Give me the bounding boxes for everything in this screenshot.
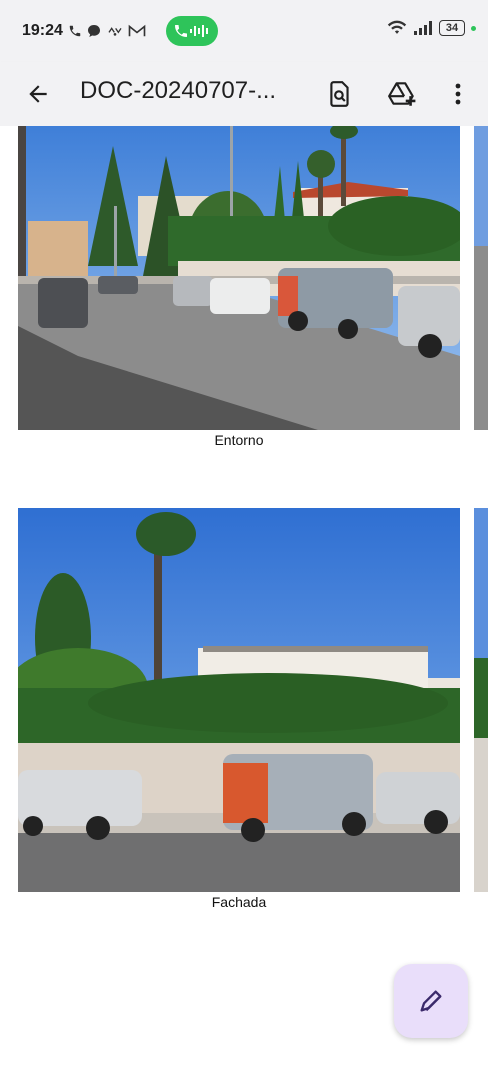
- next-page-edge: [474, 508, 488, 892]
- status-time: 19:24: [22, 22, 63, 39]
- next-page-edge: [474, 126, 488, 430]
- back-arrow-icon: [29, 85, 47, 103]
- signal-icon: [414, 21, 432, 35]
- phone-icon: [69, 25, 81, 37]
- more-options-button[interactable]: [440, 76, 476, 112]
- app-bar: DOC-20240707-...: [0, 62, 488, 126]
- document-viewer[interactable]: Entorno Fachada: [0, 126, 488, 1080]
- back-button[interactable]: [22, 78, 54, 110]
- document-search-icon: [330, 81, 349, 107]
- bluetooth-icon: [108, 27, 122, 36]
- chat-icon: [88, 24, 100, 37]
- privacy-dot: [471, 25, 476, 31]
- ongoing-call-pill[interactable]: [166, 16, 218, 46]
- photo-fachada: [18, 508, 460, 892]
- document-title: DOC-20240707-...: [80, 77, 277, 104]
- more-vert-icon: [455, 83, 461, 105]
- edit-fab[interactable]: [394, 964, 468, 1038]
- photo-entorno: [18, 126, 460, 430]
- add-to-drive-icon: [388, 82, 416, 106]
- edit-pen-icon: [420, 990, 442, 1012]
- photo-caption: Fachada: [211, 894, 267, 910]
- gmail-icon: [128, 24, 146, 37]
- system-icons: 34: [387, 20, 476, 36]
- status-bar: 19:24 34: [0, 0, 488, 62]
- notification-icons: [68, 20, 146, 42]
- call-icon: [175, 25, 187, 37]
- add-to-drive-button[interactable]: [384, 76, 420, 112]
- photo-caption: Entorno: [214, 432, 264, 448]
- find-in-document-button[interactable]: [322, 76, 358, 112]
- battery-indicator: 34: [439, 20, 465, 36]
- wifi-icon: [387, 20, 407, 34]
- waveform-icon: [190, 25, 208, 37]
